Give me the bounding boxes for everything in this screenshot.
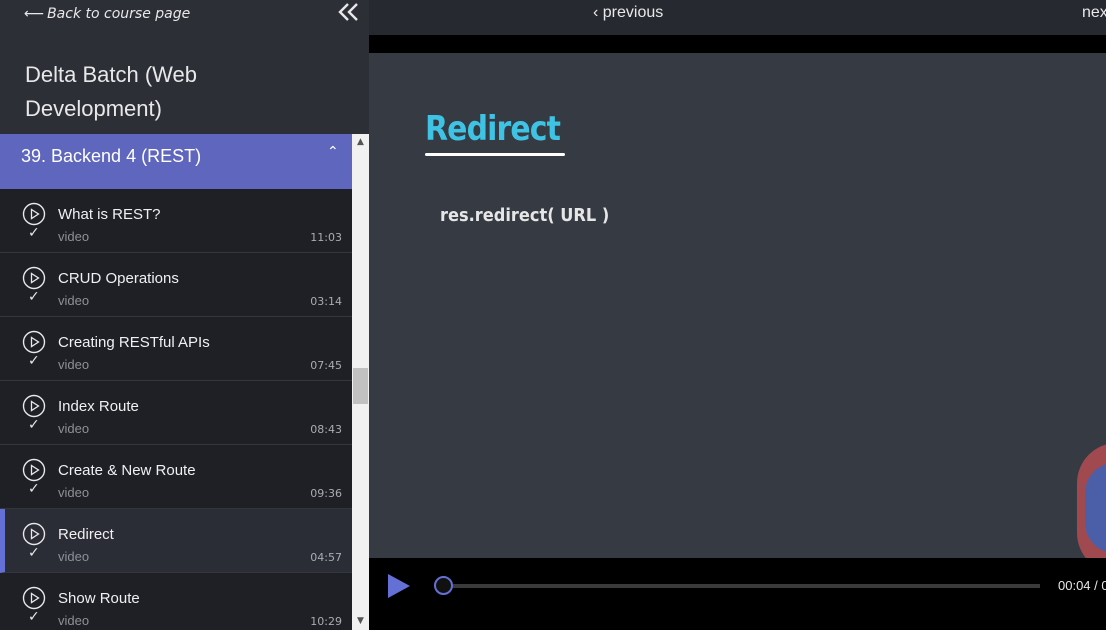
play-circle-icon	[22, 266, 46, 290]
completed-check-icon: ✓	[28, 225, 40, 241]
lesson-title: Index Route	[58, 398, 139, 415]
course-title: Delta Batch (Web Development)	[25, 62, 198, 121]
play-circle-icon	[22, 330, 46, 354]
lesson-item[interactable]: ✓ Create & New Route video 09:36	[0, 445, 352, 509]
back-to-course-link[interactable]: ⟵ Back to course page	[24, 6, 190, 22]
lesson-title: What is REST?	[58, 206, 161, 223]
lesson-title: Show Route	[58, 590, 140, 607]
lesson-type: video	[58, 549, 90, 564]
previous-button[interactable]: ‹ previous	[593, 4, 663, 22]
scroll-up-arrow-icon[interactable]: ▲	[352, 134, 369, 151]
double-chevron-left-icon	[338, 3, 358, 21]
play-circle-icon	[22, 458, 46, 482]
completed-check-icon: ✓	[28, 545, 40, 561]
lesson-item[interactable]: ✓ CRUD Operations video 03:14	[0, 253, 352, 317]
lesson-duration: 04:57	[310, 551, 342, 564]
play-circle-icon	[22, 394, 46, 418]
course-sidebar: ⟵ Back to course page Delta Batch (Web De…	[0, 0, 369, 630]
next-button[interactable]: next	[1082, 4, 1106, 22]
section-label: 39. Backend 4 (REST)	[21, 146, 202, 166]
progress-knob[interactable]	[434, 576, 454, 595]
scrollbar-thumb[interactable]	[353, 368, 368, 404]
lesson-type: video	[58, 485, 90, 500]
completed-check-icon: ✓	[28, 609, 40, 625]
slide-title: Redirect	[425, 109, 561, 149]
play-icon[interactable]	[387, 573, 411, 599]
lesson-duration: 11:03	[310, 231, 342, 244]
scroll-down-arrow-icon[interactable]: ▼	[352, 613, 369, 630]
lesson-duration: 08:43	[310, 423, 342, 436]
completed-check-icon: ✓	[28, 417, 40, 433]
presenter-figure	[1085, 463, 1106, 553]
slide-code: res.redirect( URL )	[440, 205, 610, 226]
play-circle-icon	[22, 202, 46, 226]
section-header[interactable]: 39. Backend 4 (REST) ⌃	[0, 134, 352, 189]
chevron-left-icon: ‹	[593, 4, 599, 21]
completed-check-icon: ✓	[28, 289, 40, 305]
play-circle-icon	[22, 522, 46, 546]
lesson-title: CRUD Operations	[58, 270, 179, 287]
lesson-item[interactable]: ✓ Show Route video 10:29	[0, 573, 352, 630]
lesson-type: video	[58, 613, 90, 628]
lesson-item[interactable]: ✓ What is REST? video 11:03	[0, 189, 352, 253]
lesson-item-active[interactable]: ✓ Redirect video 04:57	[0, 509, 352, 573]
completed-check-icon: ✓	[28, 481, 40, 497]
lesson-type: video	[58, 229, 90, 244]
completed-check-icon: ✓	[28, 353, 40, 369]
lesson-duration: 07:45	[310, 359, 342, 372]
chevron-up-icon: ⌃	[327, 144, 339, 160]
play-circle-icon	[22, 586, 46, 610]
time-display: 00:04 / 0	[1058, 578, 1106, 593]
next-label: next	[1082, 4, 1106, 21]
previous-label: previous	[602, 4, 664, 21]
video-frame[interactable]: Redirect res.redirect( URL )	[369, 53, 1106, 558]
presenter-thumbnail	[1077, 443, 1106, 558]
lesson-item[interactable]: ✓ Creating RESTful APIs video 07:45	[0, 317, 352, 381]
collapse-sidebar-button[interactable]	[336, 0, 362, 26]
back-link-label: Back to course page	[47, 6, 191, 22]
lesson-title: Redirect	[58, 526, 114, 543]
sidebar-scrollbar[interactable]: ▲ ▼	[352, 134, 369, 630]
lesson-type: video	[58, 357, 90, 372]
lesson-type: video	[58, 293, 90, 308]
lesson-duration: 03:14	[310, 295, 342, 308]
video-letterbox	[369, 35, 1106, 53]
video-controls: 00:04 / 0	[369, 558, 1106, 630]
lesson-list: ✓ What is REST? video 11:03 ✓ CRUD Opera…	[0, 189, 352, 630]
lesson-title: Creating RESTful APIs	[58, 334, 210, 351]
progress-track[interactable]	[437, 584, 1040, 588]
lesson-type: video	[58, 421, 90, 436]
lesson-title: Create & New Route	[58, 462, 196, 479]
lecture-nav-bar: ‹ previous next	[369, 0, 1106, 35]
lesson-duration: 10:29	[310, 615, 342, 628]
lesson-item[interactable]: ✓ Index Route video 08:43	[0, 381, 352, 445]
back-arrow-icon: ⟵	[24, 6, 45, 22]
lesson-duration: 09:36	[310, 487, 342, 500]
slide-title-underline	[425, 153, 565, 156]
